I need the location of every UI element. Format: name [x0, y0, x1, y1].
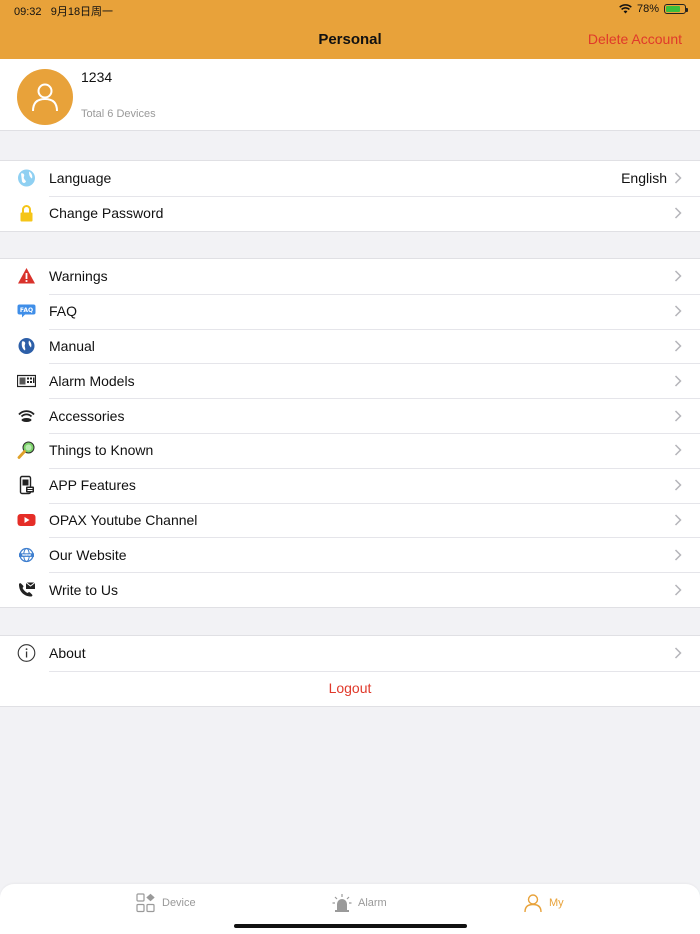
chevron-right-icon — [674, 305, 682, 317]
svg-text:FAQ: FAQ — [20, 307, 33, 314]
faq-row[interactable]: FAQ FAQ — [0, 293, 700, 329]
status-indicators: 78% — [619, 3, 688, 15]
chevron-right-icon — [674, 207, 682, 219]
row-label: Language — [49, 170, 112, 187]
device-grid-icon — [136, 893, 155, 913]
alarm-panel-icon — [17, 371, 36, 390]
warning-icon — [17, 267, 36, 286]
row-label: Our Website — [49, 546, 127, 563]
chevron-right-icon — [674, 514, 682, 526]
magnifier-icon — [17, 441, 36, 460]
chevron-right-icon — [674, 479, 682, 491]
status-bar: 09:32 9月18日周一 78% — [0, 0, 700, 20]
alarm-models-row[interactable]: Alarm Models — [0, 363, 700, 398]
youtube-channel-row[interactable]: OPAX Youtube Channel — [0, 502, 700, 538]
youtube-icon — [17, 510, 36, 529]
svg-text:www: www — [22, 553, 31, 557]
chevron-right-icon — [674, 270, 682, 282]
warnings-row[interactable]: Warnings — [0, 259, 700, 294]
delete-account-button[interactable]: Delete Account — [588, 31, 682, 47]
chevron-right-icon — [674, 549, 682, 561]
tab-device[interactable]: Device — [136, 893, 196, 913]
tab-my[interactable]: My — [523, 893, 564, 913]
chevron-right-icon — [674, 444, 682, 456]
row-label: FAQ — [49, 303, 78, 320]
avatar[interactable] — [17, 69, 73, 125]
row-label: APP Features — [49, 477, 136, 494]
chevron-right-icon — [674, 584, 682, 596]
app-features-row[interactable]: APP Features — [0, 467, 700, 503]
profile-name: 1234 — [81, 69, 113, 85]
menu-group: Warnings FAQ FAQ Manual Alarm Models Acc… — [0, 258, 700, 608]
write-to-us-row[interactable]: Write to Us — [0, 572, 700, 607]
our-website-row[interactable]: www Our Website — [0, 537, 700, 572]
siren-icon — [332, 894, 352, 912]
status-time: 09:32 9月18日周一 — [14, 6, 114, 18]
language-row[interactable]: Language English — [0, 161, 700, 196]
row-label: Write to Us — [49, 581, 118, 598]
manual-globe-icon — [17, 336, 36, 355]
row-label: Accessories — [49, 407, 125, 424]
phone-features-icon — [17, 475, 36, 495]
device-count: Total 6 Devices — [81, 108, 156, 120]
about-group: About Logout — [0, 635, 700, 707]
things-to-known-row[interactable]: Things to Known — [0, 432, 700, 468]
row-label: Warnings — [49, 268, 108, 285]
nav-bar: Personal Delete Account — [0, 20, 700, 59]
logout-button[interactable]: Logout — [0, 670, 700, 706]
row-label: Change Password — [49, 205, 164, 222]
tab-label: Alarm — [358, 897, 387, 909]
manual-row[interactable]: Manual — [0, 328, 700, 364]
about-row[interactable]: About — [0, 636, 700, 671]
profile-header[interactable]: 1234 Total 6 Devices — [0, 59, 700, 131]
accessories-row[interactable]: Accessories — [0, 398, 700, 433]
tab-label: My — [549, 897, 564, 909]
language-value: English — [621, 170, 667, 187]
row-label: OPAX Youtube Channel — [49, 511, 198, 528]
www-icon: www — [17, 545, 36, 564]
chevron-right-icon — [674, 410, 682, 422]
faq-icon: FAQ — [17, 302, 36, 321]
tab-label: Device — [162, 897, 196, 909]
chevron-right-icon — [674, 375, 682, 387]
chevron-right-icon — [674, 340, 682, 352]
row-label: Alarm Models — [49, 372, 135, 389]
settings-group: Language English Change Password — [0, 160, 700, 232]
wifi-icon — [619, 4, 632, 14]
person-icon — [524, 894, 542, 913]
battery-percent: 78% — [636, 3, 659, 15]
user-icon — [32, 83, 58, 112]
change-password-row[interactable]: Change Password — [0, 195, 700, 231]
logout-label: Logout — [328, 680, 372, 697]
row-label: About — [49, 645, 86, 662]
mail-phone-icon — [17, 580, 36, 599]
wifi-sensor-icon — [17, 406, 36, 425]
chevron-right-icon — [674, 172, 682, 184]
tab-alarm[interactable]: Alarm — [332, 893, 387, 913]
chevron-right-icon — [674, 647, 682, 659]
row-label: Manual — [49, 337, 95, 354]
globe-icon — [17, 169, 36, 188]
battery-icon — [664, 4, 688, 14]
info-icon — [17, 644, 36, 663]
lock-icon — [17, 204, 36, 223]
row-label: Things to Known — [49, 442, 154, 459]
home-indicator — [234, 924, 467, 928]
